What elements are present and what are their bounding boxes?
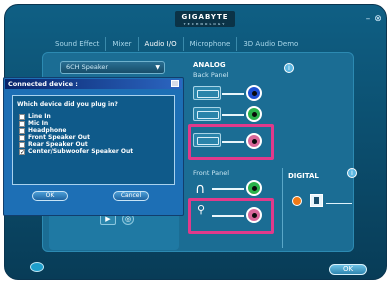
tab-mixer[interactable]: Mixer [106, 37, 139, 51]
line-in-jack[interactable] [246, 85, 262, 101]
back-mic-jack[interactable] [246, 133, 262, 149]
center-sub-connector [222, 141, 244, 143]
speaker-select-value: 6CH Speaker [66, 63, 109, 71]
option-label: Center/Subwoofer Speaker Out [28, 148, 134, 155]
headphone-connector [212, 188, 244, 190]
front-panel-label: Front Panel [193, 169, 230, 177]
digital-info-icon[interactable]: i [347, 168, 357, 178]
checkbox[interactable] [19, 127, 25, 134]
option-label: Front Speaker Out [28, 134, 90, 141]
digital-title: DIGITAL [288, 172, 319, 180]
tab-microphone[interactable]: Microphone [184, 37, 238, 51]
tab-audio-io[interactable]: Audio I/O [139, 37, 184, 51]
front-mic-connector [212, 215, 244, 217]
dialog-close-icon[interactable] [171, 80, 179, 87]
option-line-in[interactable]: Line In [19, 113, 51, 120]
dialog-question: Which device did you plug in? [17, 101, 118, 108]
analog-title: ANALOG [193, 61, 226, 69]
option-front-speaker-out[interactable]: Front Speaker Out [19, 134, 90, 141]
digital-signal-icon [326, 198, 352, 204]
checkbox[interactable] [19, 120, 25, 127]
checkbox[interactable] [19, 134, 25, 141]
settings-icon[interactable] [30, 262, 44, 272]
dialog-ok-button[interactable]: OK [32, 191, 68, 201]
brand-logo: GIGABYTE TECHNOLOGY [175, 11, 235, 27]
chevron-down-icon: ▼ [155, 64, 160, 71]
back-panel-label: Back Panel [193, 71, 229, 79]
tab-3d-audio-demo[interactable]: 3D Audio Demo [237, 37, 304, 51]
close-icon[interactable]: ⊗ [371, 13, 385, 25]
analog-info-icon[interactable]: i [284, 63, 294, 73]
checkbox[interactable] [19, 141, 25, 148]
option-label: Rear Speaker Out [28, 141, 88, 148]
speaker-select[interactable]: 6CH Speaker ▼ [60, 61, 165, 74]
dialog-cancel-button[interactable]: Cancel [113, 191, 149, 201]
front-headphone-jack[interactable] [246, 180, 262, 196]
ok-button[interactable]: OK [329, 264, 367, 275]
checkbox-checked[interactable]: ✓ [19, 148, 25, 155]
line-in-device-icon [193, 86, 221, 100]
device-option-list: Which device did you plug in? Line In Mi… [12, 95, 175, 185]
option-mic-in[interactable]: Mic In [19, 120, 48, 127]
option-headphone[interactable]: Headphone [19, 127, 66, 134]
line-in-connector [222, 93, 244, 95]
dialog-title: Connected device : [5, 79, 182, 89]
connected-device-dialog: Connected device : Which device did you … [3, 77, 184, 216]
microphone-icon: ⚲ [197, 203, 206, 216]
spdif-optical-port[interactable] [310, 194, 323, 207]
option-label: Headphone [28, 127, 67, 134]
option-label: Mic In [28, 120, 49, 127]
center-sub-device-icon [193, 133, 221, 147]
tab-bar: Sound Effect Mixer Audio I/O Microphone … [49, 37, 304, 51]
option-rear-speaker-out[interactable]: Rear Speaker Out [19, 141, 88, 148]
tab-sound-effect[interactable]: Sound Effect [49, 37, 107, 51]
brand-subtitle: TECHNOLOGY [183, 22, 227, 26]
option-label: Line In [28, 113, 51, 120]
front-mic-jack[interactable] [246, 207, 262, 223]
checkbox[interactable] [19, 113, 25, 120]
panel-divider [282, 168, 283, 248]
headphone-icon: ∩ [195, 181, 206, 197]
front-speaker-device-icon [193, 107, 221, 121]
front-speaker-connector [222, 114, 244, 116]
option-center-subwoofer-speaker-out[interactable]: ✓ Center/Subwoofer Speaker Out [19, 148, 133, 155]
brand-name: GIGABYTE [181, 13, 229, 21]
spdif-coaxial-jack[interactable] [292, 196, 302, 206]
front-speaker-jack[interactable] [246, 106, 262, 122]
